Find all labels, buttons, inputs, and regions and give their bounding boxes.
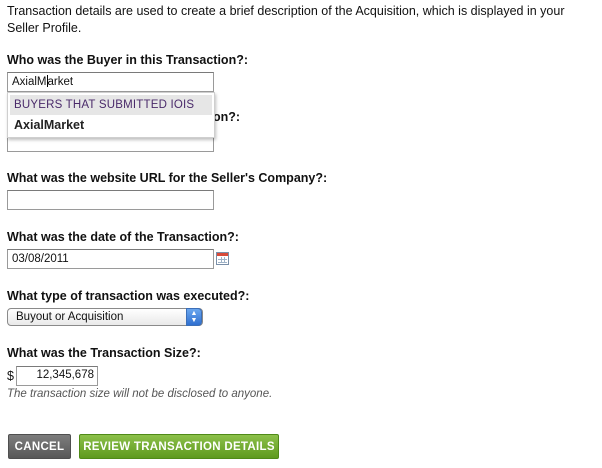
website-label: What was the website URL for the Seller'…	[7, 171, 328, 185]
website-input[interactable]	[7, 190, 214, 210]
select-arrows-icon: ▲ ▼	[186, 308, 202, 326]
intro-text: Transaction details are used to create a…	[7, 4, 565, 35]
size-privacy-hint: The transaction size will not be disclos…	[7, 388, 273, 400]
calendar-icon[interactable]	[216, 252, 229, 265]
buyer-autocomplete-dropdown: BUYERS THAT SUBMITTED IOIS AxialMarket	[7, 92, 215, 138]
cancel-button[interactable]: CANCEL	[8, 434, 71, 459]
date-label: What was the date of the Transaction?:	[7, 230, 239, 244]
buyer-label: Who was the Buyer in this Transaction?:	[7, 53, 249, 67]
dropdown-group-header: BUYERS THAT SUBMITTED IOIS	[10, 95, 212, 115]
calendar-icon-header	[217, 253, 228, 256]
review-transaction-details-button[interactable]: REVIEW TRANSACTION DETAILS	[79, 434, 279, 459]
dropdown-option-axialmarket[interactable]: AxialMarket	[8, 115, 214, 135]
buyer-input[interactable]: AxialMarket	[7, 72, 214, 92]
transaction-type-selected: Buyout or Acquisition	[16, 311, 124, 323]
size-label: What was the Transaction Size?:	[7, 346, 201, 360]
buyer-input-text-before: AxialM	[12, 76, 47, 88]
currency-symbol: $	[7, 369, 14, 383]
partially-hidden-label: on?:	[213, 110, 241, 124]
transaction-type-select[interactable]: Buyout or Acquisition ▲ ▼	[7, 308, 203, 326]
transaction-type-label: What type of transaction was executed?:	[7, 289, 250, 303]
transaction-size-input[interactable]: 12,345,678	[16, 366, 98, 386]
date-input[interactable]: 03/08/2011	[7, 249, 214, 269]
buyer-input-text-after: arket	[47, 76, 74, 88]
calendar-icon-grid	[218, 257, 227, 263]
